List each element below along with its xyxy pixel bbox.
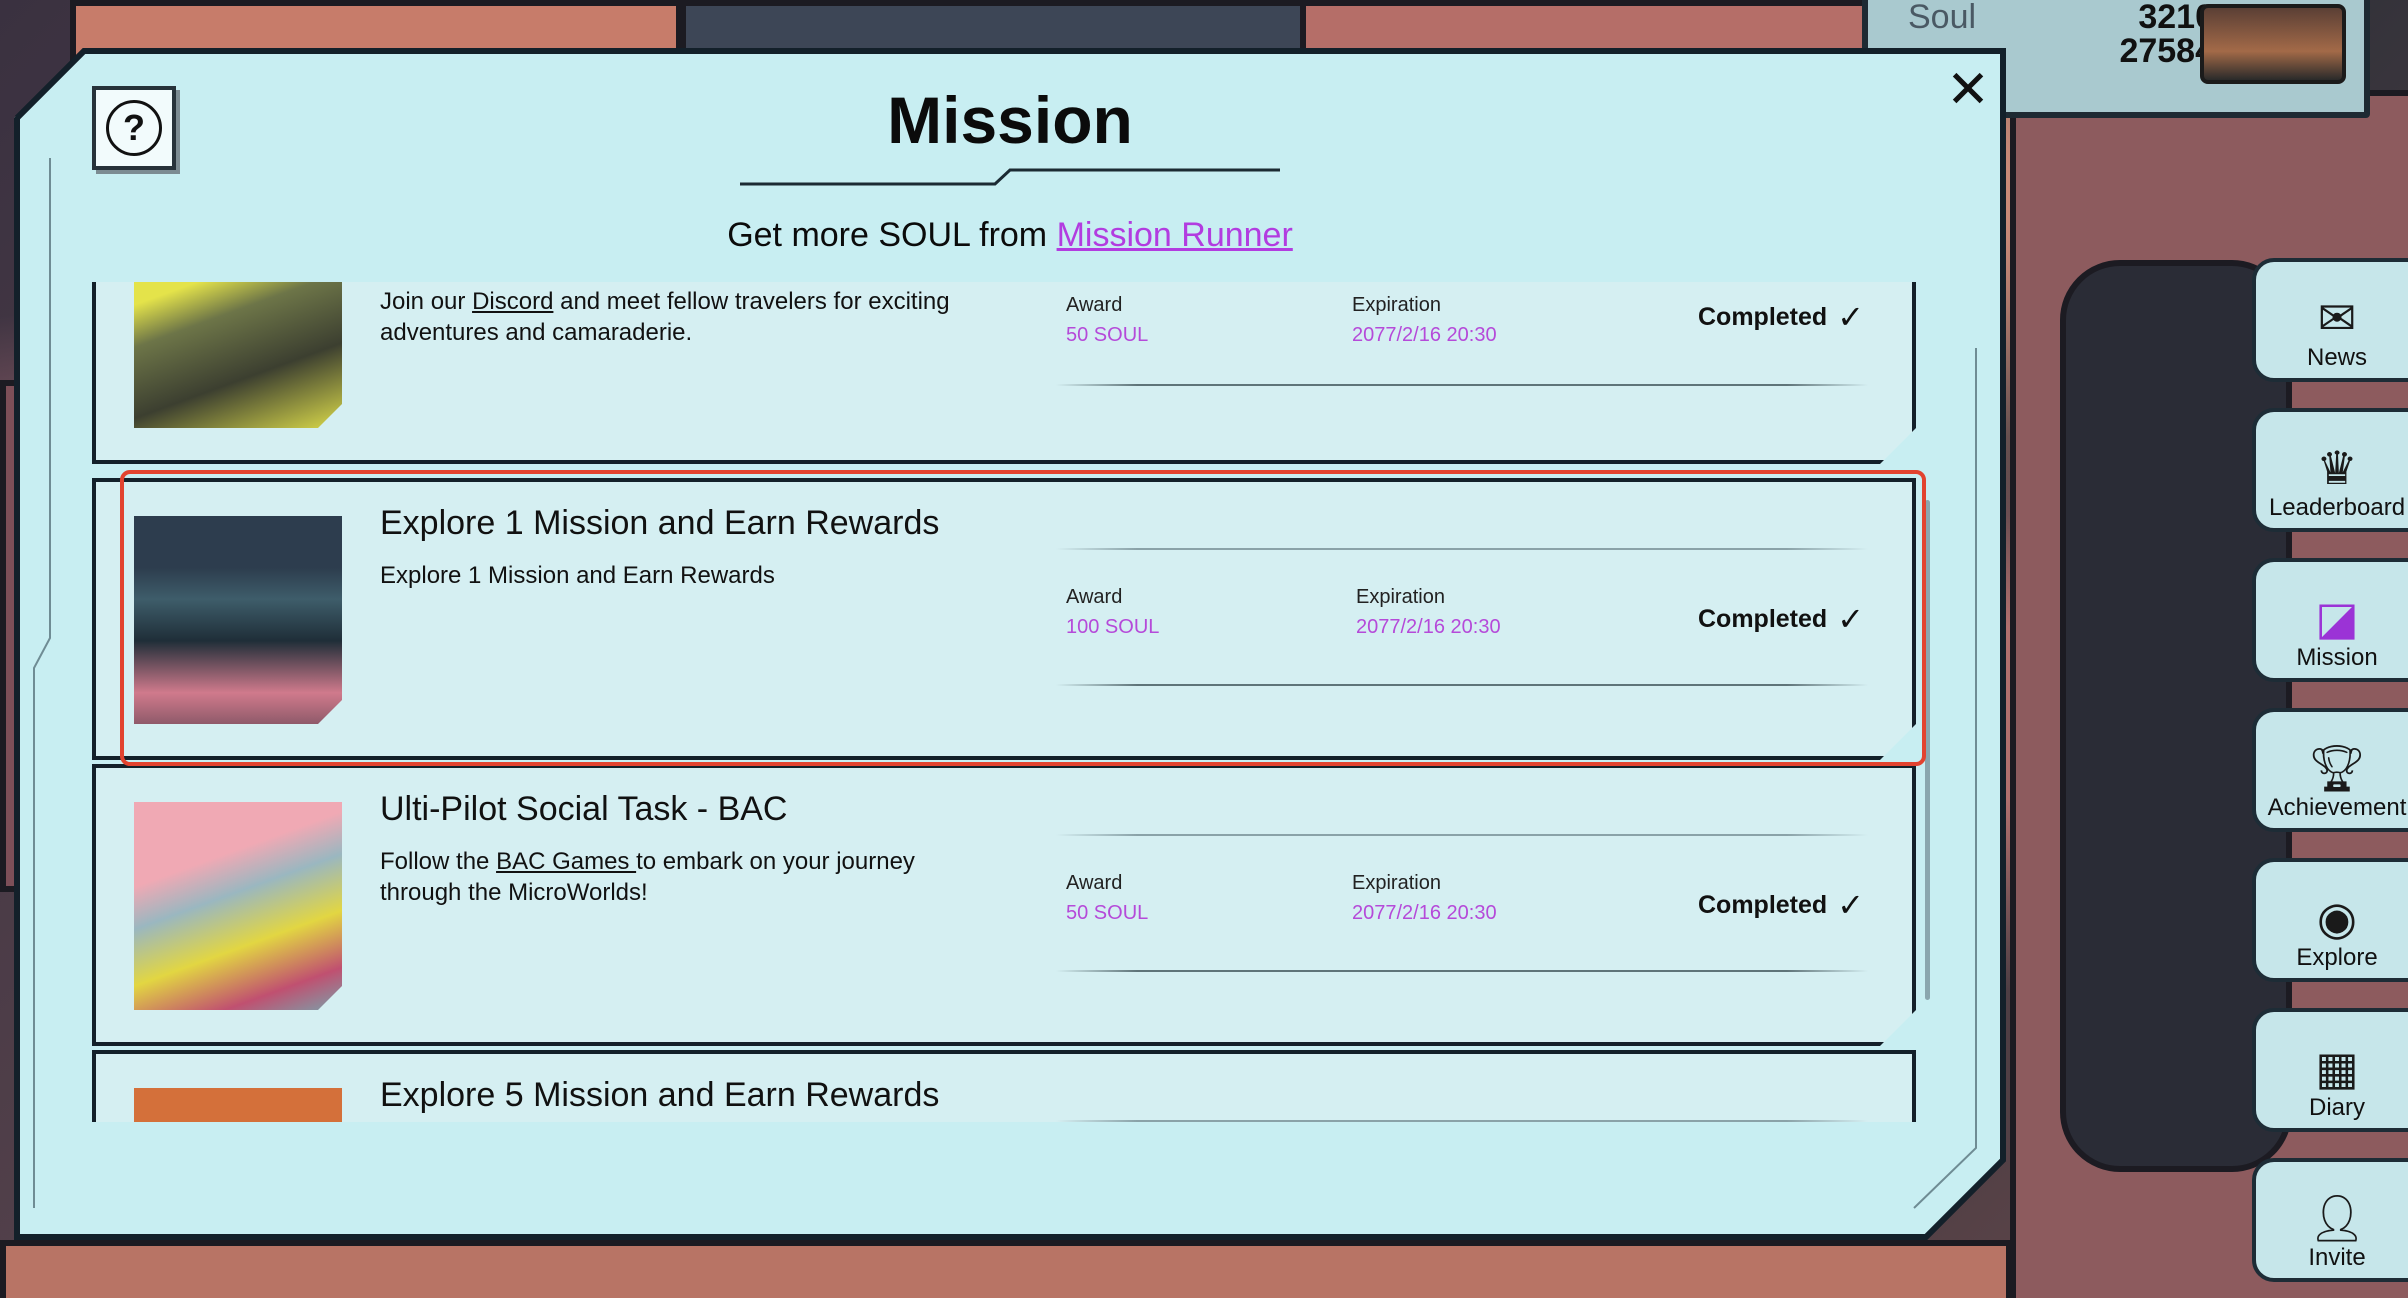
- title-underline: [740, 168, 1280, 186]
- award-label: Award: [1066, 294, 1123, 316]
- award-value: 50 SOUL: [1066, 324, 1149, 346]
- expiration-value: 2077/2/16 20:30: [1352, 902, 1497, 924]
- mail-icon: ✉: [2317, 292, 2357, 344]
- add-user-icon: 👤︎: [2307, 1192, 2367, 1244]
- check-icon: ✓: [1837, 887, 1864, 923]
- nav-label: News: [2306, 344, 2367, 371]
- nav-achievement-button[interactable]: 🏆︎ Achievement: [2252, 708, 2408, 832]
- expiration-value: 2077/2/16 20:30: [1356, 616, 1501, 638]
- mission-runner-link[interactable]: Mission Runner: [1057, 216, 1293, 254]
- nav-label: Mission: [2296, 644, 2378, 671]
- nav-label: Leaderboard: [2268, 494, 2406, 521]
- nav-label: Invite: [2308, 1244, 2366, 1271]
- dialog-title: Mission: [887, 83, 1133, 157]
- check-icon: ✓: [1837, 601, 1864, 637]
- award-value: 100 SOUL: [1066, 616, 1160, 638]
- mission-card: Explore 1 Mission and Earn Rewards Explo…: [92, 478, 1916, 760]
- mission-card: Explore 5 Mission and Earn Rewards: [92, 1050, 1916, 1122]
- nav-invite-button[interactable]: 👤︎ Invite: [2252, 1158, 2408, 1282]
- award-label: Award: [1066, 586, 1123, 608]
- subtitle-text: Get more SOUL from: [727, 216, 1057, 254]
- nav-label: Diary: [2308, 1094, 2365, 1121]
- mission-description: Explore 1 Mission and Earn Rewards: [380, 562, 775, 589]
- award-value: 50 SOUL: [1066, 902, 1149, 924]
- status-badge: Completed ✓: [1698, 887, 1864, 923]
- mission-thumbnail: [134, 802, 342, 1010]
- crown-icon: ♛: [2316, 442, 2358, 494]
- nav-news-button[interactable]: ✉ News: [2252, 258, 2408, 382]
- mission-card: Ulti-Pilot Social Task - BAC Follow the …: [92, 764, 1916, 1046]
- mission-icon: ◪: [2315, 592, 2359, 644]
- mission-title: Explore 5 Mission and Earn Rewards: [380, 1076, 940, 1114]
- mission-description: Follow the BAC Games to embark on your j…: [380, 848, 915, 906]
- nav-diary-button[interactable]: ▦ Diary: [2252, 1008, 2408, 1132]
- trophy-icon: 🏆︎: [2307, 742, 2367, 794]
- expiration-label: Expiration: [1352, 872, 1441, 894]
- expiration-value: 2077/2/16 20:30: [1352, 324, 1497, 346]
- status-badge: Completed ✓: [1698, 299, 1864, 335]
- mission-thumbnail: [134, 282, 342, 428]
- award-label: Award: [1066, 872, 1123, 894]
- nav-label: Explore: [2296, 944, 2378, 971]
- nav-explore-button[interactable]: ◉ Explore: [2252, 858, 2408, 982]
- mission-title: Ulti-Pilot Social Task - BAC: [380, 790, 788, 828]
- nav-leaderboard-button[interactable]: ♛ Leaderboard: [2252, 408, 2408, 532]
- discord-link[interactable]: Discord: [472, 288, 553, 315]
- soul-label: Soul: [1908, 0, 1977, 36]
- mission-description: Join our Discord and meet fellow travele…: [380, 288, 950, 346]
- planet-icon: ◉: [2316, 892, 2358, 944]
- calendar-icon: ▦: [2315, 1042, 2359, 1094]
- mission-thumbnail: [134, 516, 342, 724]
- mission-thumbnail: [134, 1088, 342, 1122]
- nav-label: Achievement: [2267, 794, 2407, 821]
- expiration-label: Expiration: [1352, 294, 1441, 316]
- expiration-label: Expiration: [1356, 586, 1445, 608]
- status-badge: Completed ✓: [1698, 601, 1864, 637]
- bac-games-link[interactable]: BAC Games: [496, 848, 636, 875]
- nav-mission-button[interactable]: ◪ Mission: [2252, 558, 2408, 682]
- mission-list[interactable]: Join our Discord and meet fellow travele…: [92, 282, 1922, 1122]
- list-scrollbar[interactable]: [1925, 500, 1930, 1000]
- check-icon: ✓: [1837, 299, 1864, 335]
- mission-card: Join our Discord and meet fellow travele…: [92, 282, 1916, 464]
- mission-title: Explore 1 Mission and Earn Rewards: [380, 504, 940, 542]
- dialog-subtitle: Get more SOUL from Mission Runner: [0, 216, 2020, 255]
- avatar[interactable]: [2200, 4, 2346, 84]
